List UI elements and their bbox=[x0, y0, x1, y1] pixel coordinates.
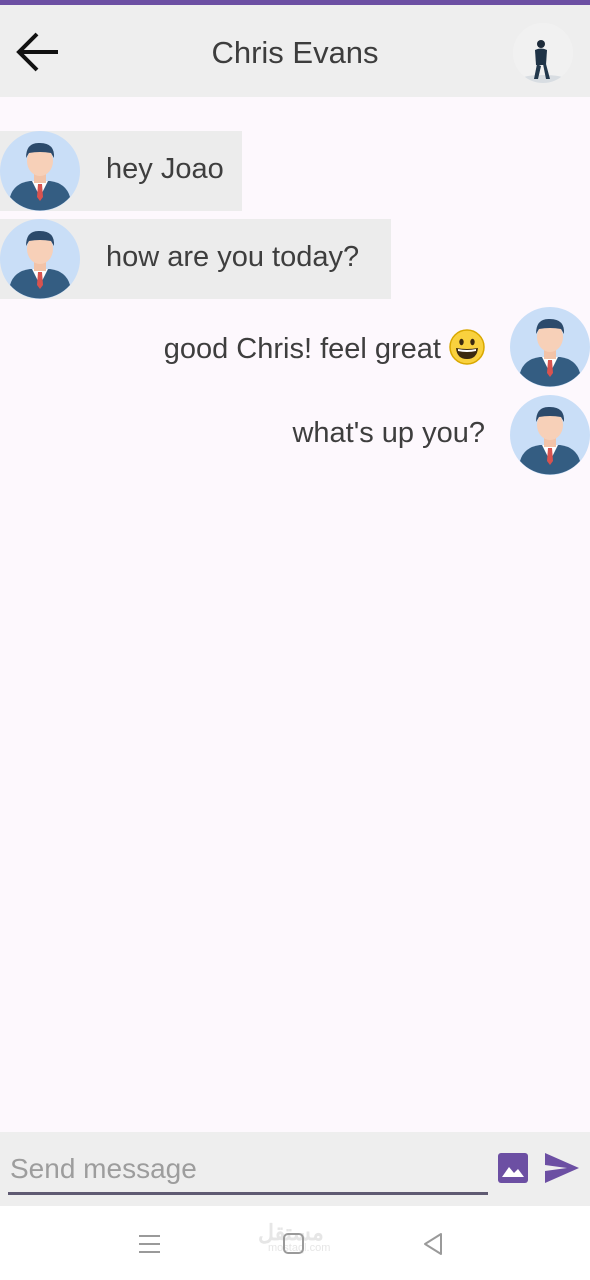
home-square-icon bbox=[283, 1233, 304, 1254]
message-composer bbox=[0, 1132, 590, 1206]
message-text-wrap: good Chris! feel great bbox=[164, 329, 485, 366]
message-text: good Chris! feel great bbox=[163, 333, 441, 365]
home-button[interactable] bbox=[280, 1230, 308, 1258]
contact-name: Chris Evans bbox=[211, 35, 379, 70]
avatar bbox=[0, 131, 80, 211]
message-text: how are you today? bbox=[106, 241, 360, 273]
system-navigation-bar: مستقل mostaql.com bbox=[0, 1206, 590, 1280]
message-list[interactable]: hey Joao how are you today? good Chris! … bbox=[0, 97, 590, 1132]
message-input[interactable] bbox=[8, 1146, 488, 1195]
businessman-avatar-icon bbox=[0, 219, 80, 299]
chat-header: Chris Evans bbox=[0, 5, 590, 97]
message-incoming: hey Joao bbox=[0, 131, 242, 211]
attach-image-button[interactable] bbox=[497, 1152, 529, 1184]
businessman-avatar-icon bbox=[510, 307, 590, 387]
avatar bbox=[0, 219, 80, 299]
recent-apps-button[interactable] bbox=[136, 1230, 164, 1258]
contact-avatar[interactable] bbox=[513, 23, 573, 83]
system-back-button[interactable] bbox=[420, 1230, 448, 1258]
send-icon bbox=[545, 1153, 579, 1183]
grinning-face-emoji-icon bbox=[449, 329, 485, 365]
message-incoming: how are you today? bbox=[0, 219, 391, 299]
send-button[interactable] bbox=[543, 1150, 581, 1186]
businessman-avatar-icon bbox=[510, 395, 590, 475]
avatar bbox=[510, 307, 590, 387]
image-icon bbox=[498, 1153, 528, 1183]
message-text: hey Joao bbox=[106, 153, 224, 185]
avatar bbox=[510, 395, 590, 475]
message-text: what's up you? bbox=[292, 417, 485, 449]
businessman-avatar-icon bbox=[0, 131, 80, 211]
message-outgoing: good Chris! feel great bbox=[130, 307, 590, 387]
profile-photo bbox=[513, 23, 573, 83]
message-outgoing: what's up you? bbox=[260, 395, 590, 475]
menu-lines-icon bbox=[139, 1235, 160, 1253]
back-triangle-icon bbox=[424, 1233, 442, 1255]
